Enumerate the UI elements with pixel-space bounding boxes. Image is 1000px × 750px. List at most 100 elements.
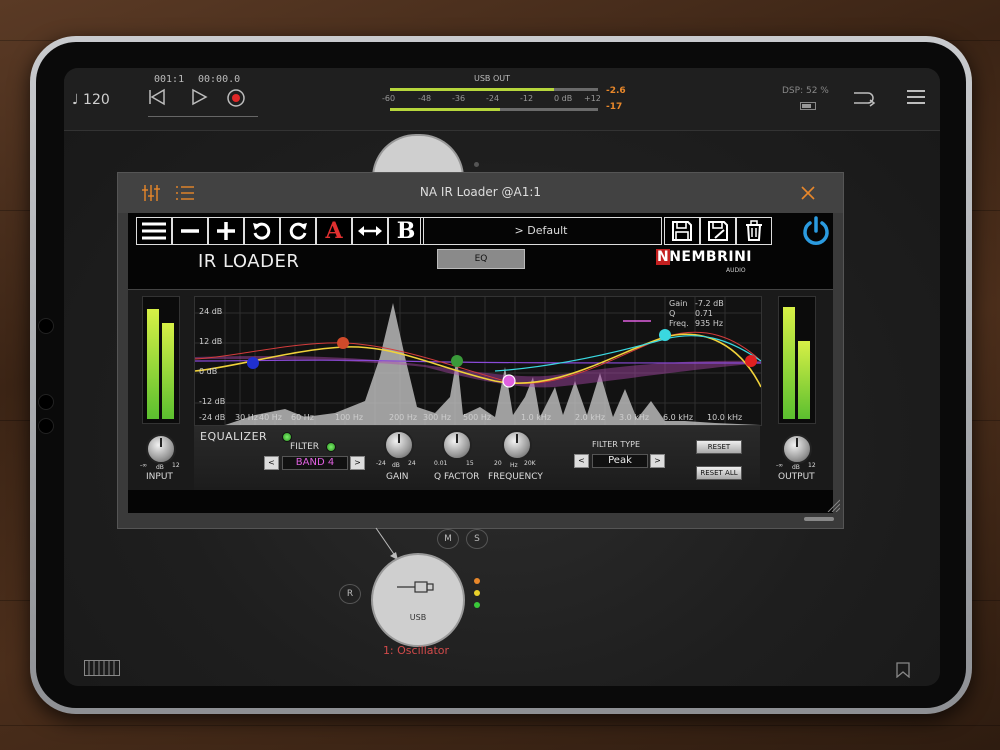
save-button[interactable]	[664, 217, 700, 245]
meter-scale-tick: +12	[584, 94, 601, 103]
brand-subtitle: AUDIO	[726, 267, 746, 274]
filter-label: FILTER	[290, 442, 320, 452]
output-min-label: -∞	[776, 462, 784, 469]
q-min-label: 0.01	[434, 460, 448, 467]
plus-icon	[217, 222, 235, 240]
freq-unit-label: Hz	[510, 462, 518, 469]
power-button[interactable]	[800, 215, 832, 251]
window-drag-handle[interactable]	[804, 517, 834, 521]
usb-plug-icon	[397, 581, 434, 593]
swap-arrows-icon	[358, 226, 382, 236]
gain-knob[interactable]	[384, 430, 414, 460]
preset-prev-button[interactable]	[172, 217, 208, 245]
output-label: OUTPUT	[778, 472, 815, 482]
swap-ab-button[interactable]	[352, 217, 388, 245]
meter-fill-right	[390, 108, 500, 111]
eq-toggle-button[interactable]: EQ	[437, 249, 525, 269]
record-button[interactable]	[226, 88, 246, 113]
input-knob[interactable]	[146, 434, 176, 464]
equalizer-controls: EQUALIZER FILTER < BAND 4 > -24 dB 24 GA…	[194, 426, 760, 490]
trash-icon	[746, 220, 762, 241]
info-freq-label: Freq.	[669, 319, 689, 328]
frequency-label: FREQUENCY	[488, 472, 543, 482]
reset-all-button[interactable]: RESET ALL	[696, 466, 742, 480]
delete-button[interactable]	[736, 217, 772, 245]
minus-icon	[181, 229, 199, 233]
menu-button[interactable]	[906, 88, 926, 111]
record-arm-button[interactable]: R	[339, 584, 361, 604]
record-icon	[227, 89, 245, 107]
solo-button[interactable]: S	[466, 529, 488, 549]
save-as-button[interactable]	[700, 217, 736, 245]
rewind-button[interactable]	[148, 88, 166, 111]
resize-handle[interactable]	[826, 497, 841, 516]
freq-label: 10.0 kHz	[707, 413, 743, 422]
input-label: INPUT	[146, 472, 173, 482]
routing-button[interactable]	[852, 88, 876, 113]
meter-scale-tick: -12	[520, 94, 534, 103]
close-plugin-button[interactable]	[801, 185, 815, 204]
info-q-label: Q	[669, 309, 676, 318]
input-level-left	[147, 309, 159, 419]
dsp-load: DSP: 52 %	[782, 86, 829, 96]
output-level-right	[798, 341, 810, 419]
meter-scale-tick: -24	[486, 94, 500, 103]
preset-next-button[interactable]	[208, 217, 244, 245]
usb-node-label: USB	[409, 613, 427, 622]
play-button[interactable]	[190, 88, 208, 111]
hamburger-icon	[907, 90, 925, 104]
save-as-icon	[708, 221, 728, 241]
meter-scale-tick: 0 dB	[554, 94, 573, 103]
status-dot-yellow	[474, 590, 480, 596]
save-icon	[672, 221, 692, 241]
filter-type-next-button[interactable]: >	[650, 454, 665, 468]
reset-button[interactable]: RESET	[696, 440, 742, 454]
hamburger-icon	[142, 222, 166, 240]
eq-graph[interactable]: 24 dB 12 dB 0 dB -12 dB -24 dB 30 Hz 40 …	[194, 296, 762, 426]
db-label: 0 dB	[199, 367, 218, 376]
freq-min-label: 20	[494, 460, 502, 467]
q-factor-knob[interactable]	[442, 430, 472, 460]
preset-name[interactable]: > Default	[420, 217, 662, 245]
ir-loader-panel: A B > Default IR LOADER EQ NNEMBRINI AUD…	[128, 213, 841, 513]
band-selector[interactable]: BAND 4	[282, 456, 348, 470]
plugin-window: NA IR Loader @A1:1 A B > Default IR LOAD…	[117, 172, 844, 529]
output-knob[interactable]	[782, 434, 812, 464]
db-label: -24 dB	[199, 413, 226, 422]
filter-type-prev-button[interactable]: <	[574, 454, 589, 468]
band-next-button[interactable]: >	[350, 456, 365, 470]
freq-label: 100 Hz	[335, 413, 364, 422]
undo-icon	[253, 222, 271, 240]
preset-b-button[interactable]: B	[388, 217, 424, 245]
info-gain-value: -7.2 dB	[695, 299, 724, 308]
preset-a-button[interactable]: A	[316, 217, 352, 245]
equalizer-enable-led[interactable]	[282, 432, 292, 442]
tempo-display[interactable]: ♩ 120	[72, 92, 110, 108]
freq-label: 60 Hz	[291, 413, 314, 422]
close-icon	[801, 186, 815, 200]
redo-button[interactable]	[280, 217, 316, 245]
info-q-value: 0.71	[695, 309, 713, 318]
filter-enable-led[interactable]	[326, 442, 336, 452]
equalizer-label: EQUALIZER	[200, 430, 268, 443]
keyboard-button[interactable]	[84, 660, 120, 680]
output-unit-label: dB	[792, 464, 800, 471]
transport-underline	[148, 116, 258, 117]
info-freq-value: 935 Hz	[695, 319, 724, 328]
usb-node[interactable]: USB	[371, 553, 465, 647]
brand-name: NEMBRINI	[669, 249, 753, 265]
filter-type-label: FILTER TYPE	[592, 440, 641, 449]
freq-label: 200 Hz	[389, 413, 418, 422]
band-prev-button[interactable]: <	[264, 456, 279, 470]
preset-menu-button[interactable]	[136, 217, 172, 245]
undo-button[interactable]	[244, 217, 280, 245]
mute-button[interactable]: M	[437, 529, 459, 549]
status-dot-green	[474, 602, 480, 608]
skip-back-icon	[149, 88, 165, 106]
filter-type-selector[interactable]: Peak	[592, 454, 648, 468]
piano-keyboard-icon	[84, 660, 120, 676]
bookmark-button[interactable]	[896, 662, 910, 682]
db-label: 12 dB	[199, 337, 223, 346]
frequency-knob[interactable]	[502, 430, 532, 460]
freq-label: 3.0 kHz	[619, 413, 650, 422]
